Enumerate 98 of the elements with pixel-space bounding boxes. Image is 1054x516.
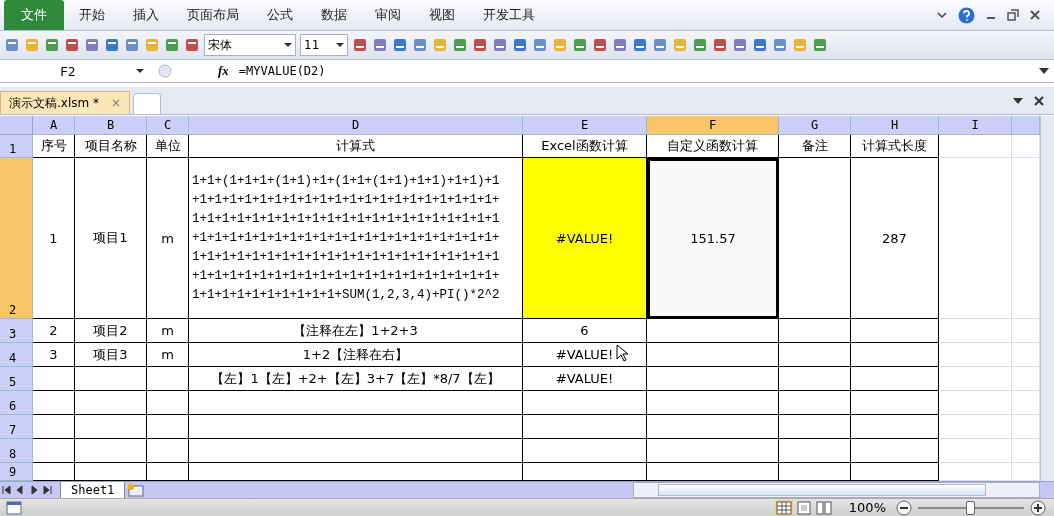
zoom-out-icon[interactable]	[896, 499, 912, 516]
table-cell: 项目3	[75, 343, 147, 367]
table-cell	[1012, 439, 1040, 463]
insert-function-button[interactable]: fx	[218, 63, 229, 79]
table-cell	[33, 391, 75, 415]
table-cell: 3	[33, 343, 75, 367]
horizontal-scrollbar[interactable]	[633, 482, 1040, 498]
menu-tab[interactable]: 开发工具	[468, 0, 548, 30]
table-cell	[779, 439, 851, 463]
font-field[interactable]: 宋体	[204, 34, 296, 56]
table-cell	[1012, 415, 1040, 439]
row-header[interactable]: 1	[0, 135, 33, 158]
menu-tab[interactable]: 数据	[306, 0, 360, 30]
macro-icon[interactable]	[6, 500, 22, 515]
table-cell	[779, 391, 851, 415]
table-cell: m	[147, 343, 189, 367]
normal-view-icon[interactable]	[774, 499, 793, 516]
table-cell: 项目2	[75, 319, 147, 343]
caret-icon[interactable]	[284, 42, 292, 48]
table-cell: 计算式	[189, 135, 523, 158]
table-cell: 6	[523, 319, 647, 343]
zoom-level: 100%	[848, 500, 886, 515]
caret-icon[interactable]	[936, 9, 948, 21]
table-cell: 151.57	[647, 158, 779, 319]
column-header[interactable]: G	[779, 116, 851, 135]
page-layout-icon[interactable]	[794, 499, 813, 516]
table-cell: 单位	[147, 135, 189, 158]
close-icon[interactable]	[1033, 94, 1045, 107]
row-header[interactable]: 8	[0, 439, 33, 463]
table-cell	[75, 391, 147, 415]
column-header[interactable]: F	[647, 116, 779, 135]
table-cell: 【左】1【左】+2+【左】3+7【左】*8/7【左】	[189, 367, 523, 391]
menu-tab[interactable]: 开始	[64, 0, 118, 30]
table-cell	[147, 439, 189, 463]
table-cell	[75, 439, 147, 463]
table-cell	[33, 415, 75, 439]
restore-icon[interactable]	[1007, 9, 1019, 21]
slider-thumb[interactable]	[966, 500, 975, 515]
table-cell: 序号	[33, 135, 75, 158]
table-cell: 287	[851, 158, 939, 319]
table-cell: 项目1	[75, 158, 147, 319]
row-header[interactable]: 7	[0, 415, 33, 439]
mouse-pointer-icon	[616, 344, 628, 362]
column-header[interactable]: I	[939, 116, 1012, 135]
caret-icon[interactable]	[336, 42, 344, 48]
menu-tab[interactable]: 审阅	[360, 0, 414, 30]
table-cell: #VALUE!	[523, 367, 647, 391]
table-cell	[1012, 343, 1040, 367]
table-cell	[1012, 367, 1040, 391]
menu-tab[interactable]: 页面布局	[172, 0, 252, 30]
column-header[interactable]: B	[75, 116, 147, 135]
table-cell: #VALUE!	[523, 158, 647, 319]
column-header[interactable]: H	[851, 116, 939, 135]
table-cell	[1012, 391, 1040, 415]
caret-icon[interactable]	[136, 68, 144, 74]
row-header[interactable]: 5	[0, 367, 33, 391]
dropdown-icon[interactable]	[1013, 96, 1023, 105]
row-header[interactable]: 3	[0, 319, 33, 343]
table-cell	[1012, 319, 1040, 343]
table-cell	[147, 415, 189, 439]
row-header[interactable]: 4	[0, 343, 33, 367]
table-cell: 1	[33, 158, 75, 319]
table-cell: 【注释在左】1+2+3	[189, 319, 523, 343]
help-icon[interactable]	[958, 6, 975, 24]
menu-tab[interactable]: 文件	[4, 0, 64, 30]
font-size-field[interactable]: 11	[300, 34, 348, 56]
table-cell	[33, 439, 75, 463]
vertical-scrollbar[interactable]	[1040, 116, 1054, 481]
table-cell: m	[147, 158, 189, 319]
zoom-in-icon[interactable]	[1030, 499, 1046, 516]
table-cell	[779, 415, 851, 439]
table-cell	[1012, 135, 1040, 158]
new-tab-button[interactable]	[133, 93, 162, 114]
column-header[interactable]: C	[147, 116, 189, 135]
table-cell: 1+2【注释在右】	[189, 343, 523, 367]
table-cell	[75, 415, 147, 439]
table-cell: m	[147, 319, 189, 343]
table-cell: 2	[33, 319, 75, 343]
menu-tab[interactable]: 插入	[118, 0, 172, 30]
row-header[interactable]: 2	[0, 158, 33, 319]
row-header[interactable]: 6	[0, 391, 33, 415]
column-header[interactable]: E	[523, 116, 647, 135]
column-header[interactable]: A	[33, 116, 75, 135]
row-header[interactable]: 9	[0, 463, 33, 481]
table-cell: 备注	[779, 135, 851, 158]
menu-tab[interactable]: 视图	[414, 0, 468, 30]
sheet-tab[interactable]: Sheet1	[60, 481, 126, 499]
menu-tab[interactable]: 公式	[252, 0, 306, 30]
document-tab[interactable]: 演示文稿.xlsm * ×	[0, 91, 131, 114]
name-box[interactable]: F2	[0, 63, 152, 79]
table-cell: 项目名称	[75, 135, 147, 158]
close-icon[interactable]	[1029, 9, 1041, 21]
table-cell	[147, 391, 189, 415]
expand-icon[interactable]	[1039, 67, 1049, 75]
table-cell: 计算式长度	[851, 135, 939, 158]
page-break-icon[interactable]	[814, 499, 833, 516]
column-header[interactable]: D	[189, 116, 523, 135]
formula-field[interactable]: =MYVALUE(D2)	[238, 64, 1034, 78]
